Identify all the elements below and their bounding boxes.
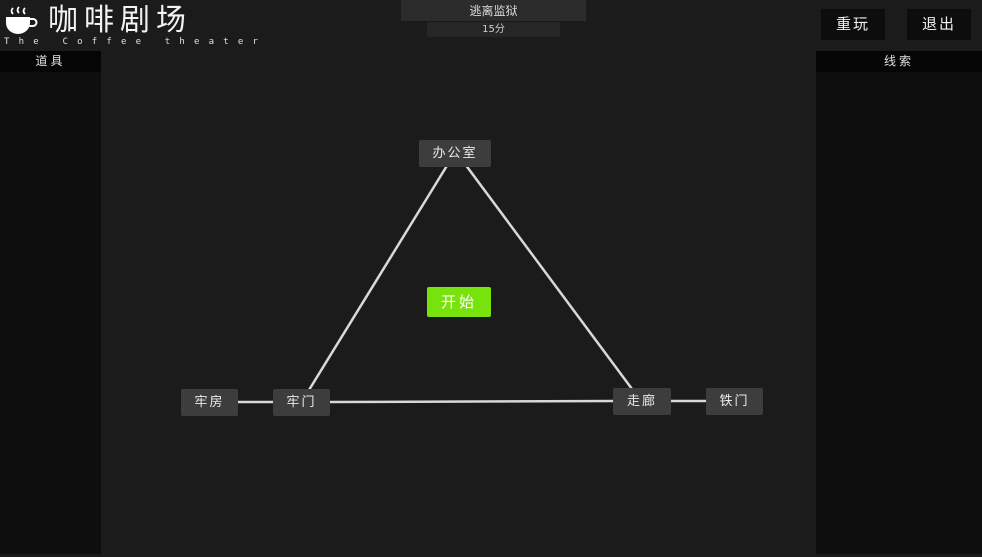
node-corridor[interactable]: 走廊: [613, 388, 671, 415]
app-logo: 咖啡剧场 The Coffee theater: [4, 3, 258, 48]
node-iron-door[interactable]: 铁门: [706, 388, 763, 415]
items-panel-title: 道具: [0, 51, 101, 72]
items-panel: 道具: [0, 51, 101, 554]
logo-title: 咖啡剧场: [48, 3, 192, 38]
node-cell-door[interactable]: 牢门: [273, 389, 330, 416]
coffee-cup-icon: [6, 6, 38, 34]
path-office-corridor: [463, 162, 634, 391]
game-title: 逃离监狱: [401, 0, 586, 21]
path-office-celldoor: [307, 162, 450, 392]
replay-button[interactable]: 重玩: [821, 9, 885, 40]
logo-subtitle: The Coffee theater: [4, 37, 268, 47]
exit-button[interactable]: 退出: [907, 9, 971, 40]
clues-panel: 线索: [816, 51, 982, 554]
time-display: 15分: [427, 22, 560, 37]
node-office[interactable]: 办公室: [419, 140, 491, 167]
start-button[interactable]: 开始: [427, 287, 491, 317]
clues-panel-title: 线索: [816, 51, 982, 72]
node-cell[interactable]: 牢房: [181, 389, 238, 416]
path-celldoor-corridor: [327, 399, 616, 404]
